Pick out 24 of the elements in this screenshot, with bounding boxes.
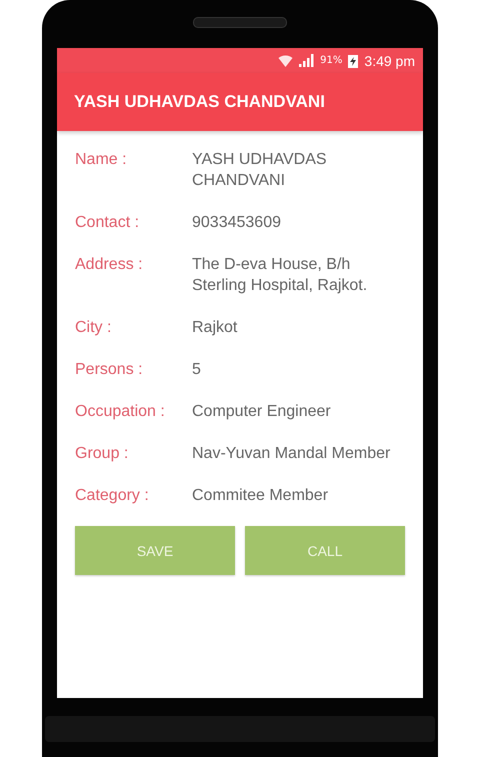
field-label: Occupation :: [75, 402, 166, 422]
battery-charging-icon: [348, 54, 358, 68]
clock-time: 3:49 pm: [364, 52, 415, 68]
field-value: 5: [192, 360, 202, 380]
battery-percent: 91%: [320, 55, 342, 66]
field-label: Category :: [75, 486, 150, 506]
field-value: 9033453609: [192, 213, 282, 233]
field-label: City :: [75, 318, 112, 338]
app-bar-title: YASH UDHAVDAS CHANDVANI: [74, 92, 325, 112]
field-label: Contact :: [75, 213, 140, 233]
field-label: Name :: [75, 150, 128, 170]
field-label: Group :: [75, 444, 130, 464]
action-button[interactable]: SAVE: [75, 526, 235, 575]
field-value: Rajkot: [192, 318, 238, 338]
field-value: The D-eva House, B/h Sterling Hospital, Rajkot.: [192, 255, 368, 296]
signal-icon: [299, 54, 314, 67]
field-value: Nav-Yuvan Mandal Member: [192, 444, 392, 464]
wifi-icon: [278, 54, 294, 68]
action-button[interactable]: CALL: [245, 526, 405, 575]
field-value: YASH UDHAVDAS CHANDVANI: [192, 150, 328, 191]
field-value: Computer Engineer: [192, 402, 332, 422]
field-label: Address :: [75, 255, 144, 275]
field-value: Commitee Member: [192, 486, 330, 506]
field-label: Persons :: [75, 360, 144, 380]
